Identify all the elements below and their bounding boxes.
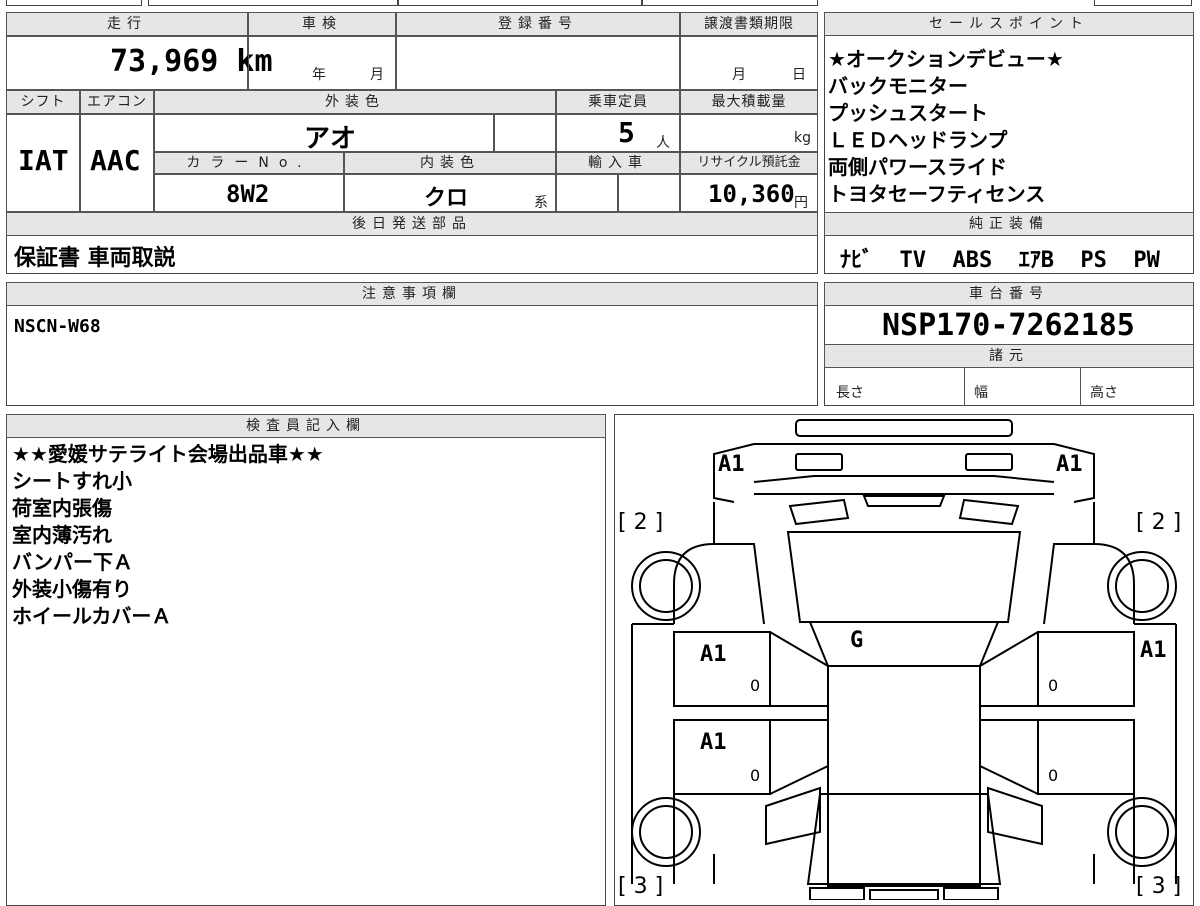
inspection-month-unit: 月 — [370, 67, 384, 83]
sales-point-item: ★オークションデビュー★ — [828, 47, 1064, 71]
shift-header: シフト — [6, 90, 80, 114]
mark-front-right: A1 — [1056, 452, 1083, 477]
sales-points-list: ★オークションデビュー★ バックモニター プッシュスタート ＬＥＤヘッドランプ … — [828, 46, 1064, 208]
zero-mark-4: 0 — [1048, 766, 1059, 785]
zero-mark-1: 0 — [750, 676, 761, 695]
tire-rear-right: [ 3 ] — [1136, 874, 1182, 899]
shift-value: IAT — [18, 144, 69, 177]
transfer-day-unit: 日 — [792, 67, 806, 83]
colorno-header: カラーNo. — [154, 152, 344, 174]
inspector-line: ★★愛媛サテライト会場出品車★★ — [12, 442, 324, 466]
aircon-header: エアコン — [80, 90, 154, 114]
spec-height-label: 高さ — [1090, 385, 1118, 401]
recycle-unit: 円 — [794, 195, 808, 211]
exterior-extra-cell — [494, 114, 556, 152]
import-cell-1 — [556, 174, 618, 212]
aircon-value: AAC — [90, 144, 141, 177]
inspector-line: 荷室内張傷 — [12, 496, 112, 520]
notes-header: 注意事項欄 — [6, 282, 818, 306]
notes-value: NSCN-W68 — [14, 316, 101, 337]
chassis-header: 車台番号 — [824, 282, 1194, 306]
capacity-header: 乗車定員 — [556, 90, 680, 114]
inspection-year-unit: 年 — [312, 67, 326, 83]
zero-mark-3: 0 — [1048, 676, 1059, 695]
spec-divider-2 — [1080, 368, 1081, 406]
inspector-line: ホイールカバーＡ — [12, 604, 172, 628]
equipment-value: ﾅﾋﾞ TV ABS ｴｱB PS PW — [840, 248, 1160, 273]
sales-point-item: プッシュスタート — [828, 101, 988, 125]
mark-door-front-left: A1 — [700, 642, 727, 667]
spec-header: 諸元 — [824, 344, 1194, 368]
spec-divider-1 — [964, 368, 965, 406]
later-parts-header: 後日発送部品 — [6, 212, 818, 236]
chassis-value: NSP170-7262185 — [882, 308, 1135, 343]
top-strip-3 — [398, 0, 642, 6]
import-cell-2 — [618, 174, 680, 212]
inspector-header: 検査員記入欄 — [6, 414, 606, 438]
registration-cell — [396, 36, 680, 90]
inspector-lines: ★★愛媛サテライト会場出品車★★ シートすれ小 荷室内張傷 室内薄汚れ バンパー… — [12, 441, 324, 630]
transfer-month-unit: 月 — [732, 67, 746, 83]
sales-point-item: ＬＥＤヘッドランプ — [828, 128, 1008, 152]
top-strip-4 — [642, 0, 818, 6]
capacity-value: 5 — [618, 116, 635, 149]
later-parts-value: 保証書 車両取説 — [14, 246, 176, 271]
exterior-value: アオ — [304, 124, 357, 154]
interior-value: クロ — [424, 186, 469, 211]
sales-point-item: バックモニター — [828, 74, 968, 98]
recycle-header: リサイクル預託金 — [680, 152, 818, 174]
mark-glass: G — [850, 628, 864, 653]
interior-header: 内装色 — [344, 152, 556, 174]
inspector-line: 室内薄汚れ — [12, 523, 112, 547]
inspection-header: 車検 — [248, 12, 396, 36]
tire-front-right: [ 2 ] — [1136, 510, 1182, 535]
maxload-header: 最大積載量 — [680, 90, 818, 114]
tire-front-left: [ 2 ] — [618, 510, 664, 535]
top-strip-5 — [1094, 0, 1192, 6]
mark-door-rear-left: A1 — [700, 730, 727, 755]
mark-front-left: A1 — [718, 452, 745, 477]
interior-suffix: 系 — [534, 195, 548, 211]
spec-length-label: 長さ — [836, 385, 864, 401]
recycle-value: 10,360 — [708, 180, 795, 208]
import-header: 輸入車 — [556, 152, 680, 174]
mileage-header: 走行 — [6, 12, 248, 36]
inspector-line: 外装小傷有り — [12, 577, 132, 601]
top-strip-2 — [148, 0, 398, 6]
tire-rear-left: [ 3 ] — [618, 874, 664, 899]
top-strip-1 — [6, 0, 142, 6]
sales-point-item: 両側パワースライド — [828, 155, 1007, 179]
zero-mark-2: 0 — [750, 766, 761, 785]
maxload-unit: kg — [794, 130, 811, 146]
sales-points-header: セールスポイント — [824, 12, 1194, 36]
equipment-header: 純正装備 — [824, 212, 1194, 236]
inspector-line: バンパー下Ａ — [12, 550, 133, 574]
transfer-header: 譲渡書類期限 — [680, 12, 818, 36]
inspector-line: シートすれ小 — [12, 469, 132, 493]
registration-header: 登録番号 — [396, 12, 680, 36]
exterior-header: 外装色 — [154, 90, 556, 114]
mark-right-side: A1 — [1140, 638, 1167, 663]
spec-width-label: 幅 — [974, 385, 988, 401]
capacity-unit: 人 — [656, 135, 670, 151]
sales-point-item: トヨタセーフティセンス — [828, 182, 1046, 206]
colorno-value: 8W2 — [226, 180, 270, 208]
